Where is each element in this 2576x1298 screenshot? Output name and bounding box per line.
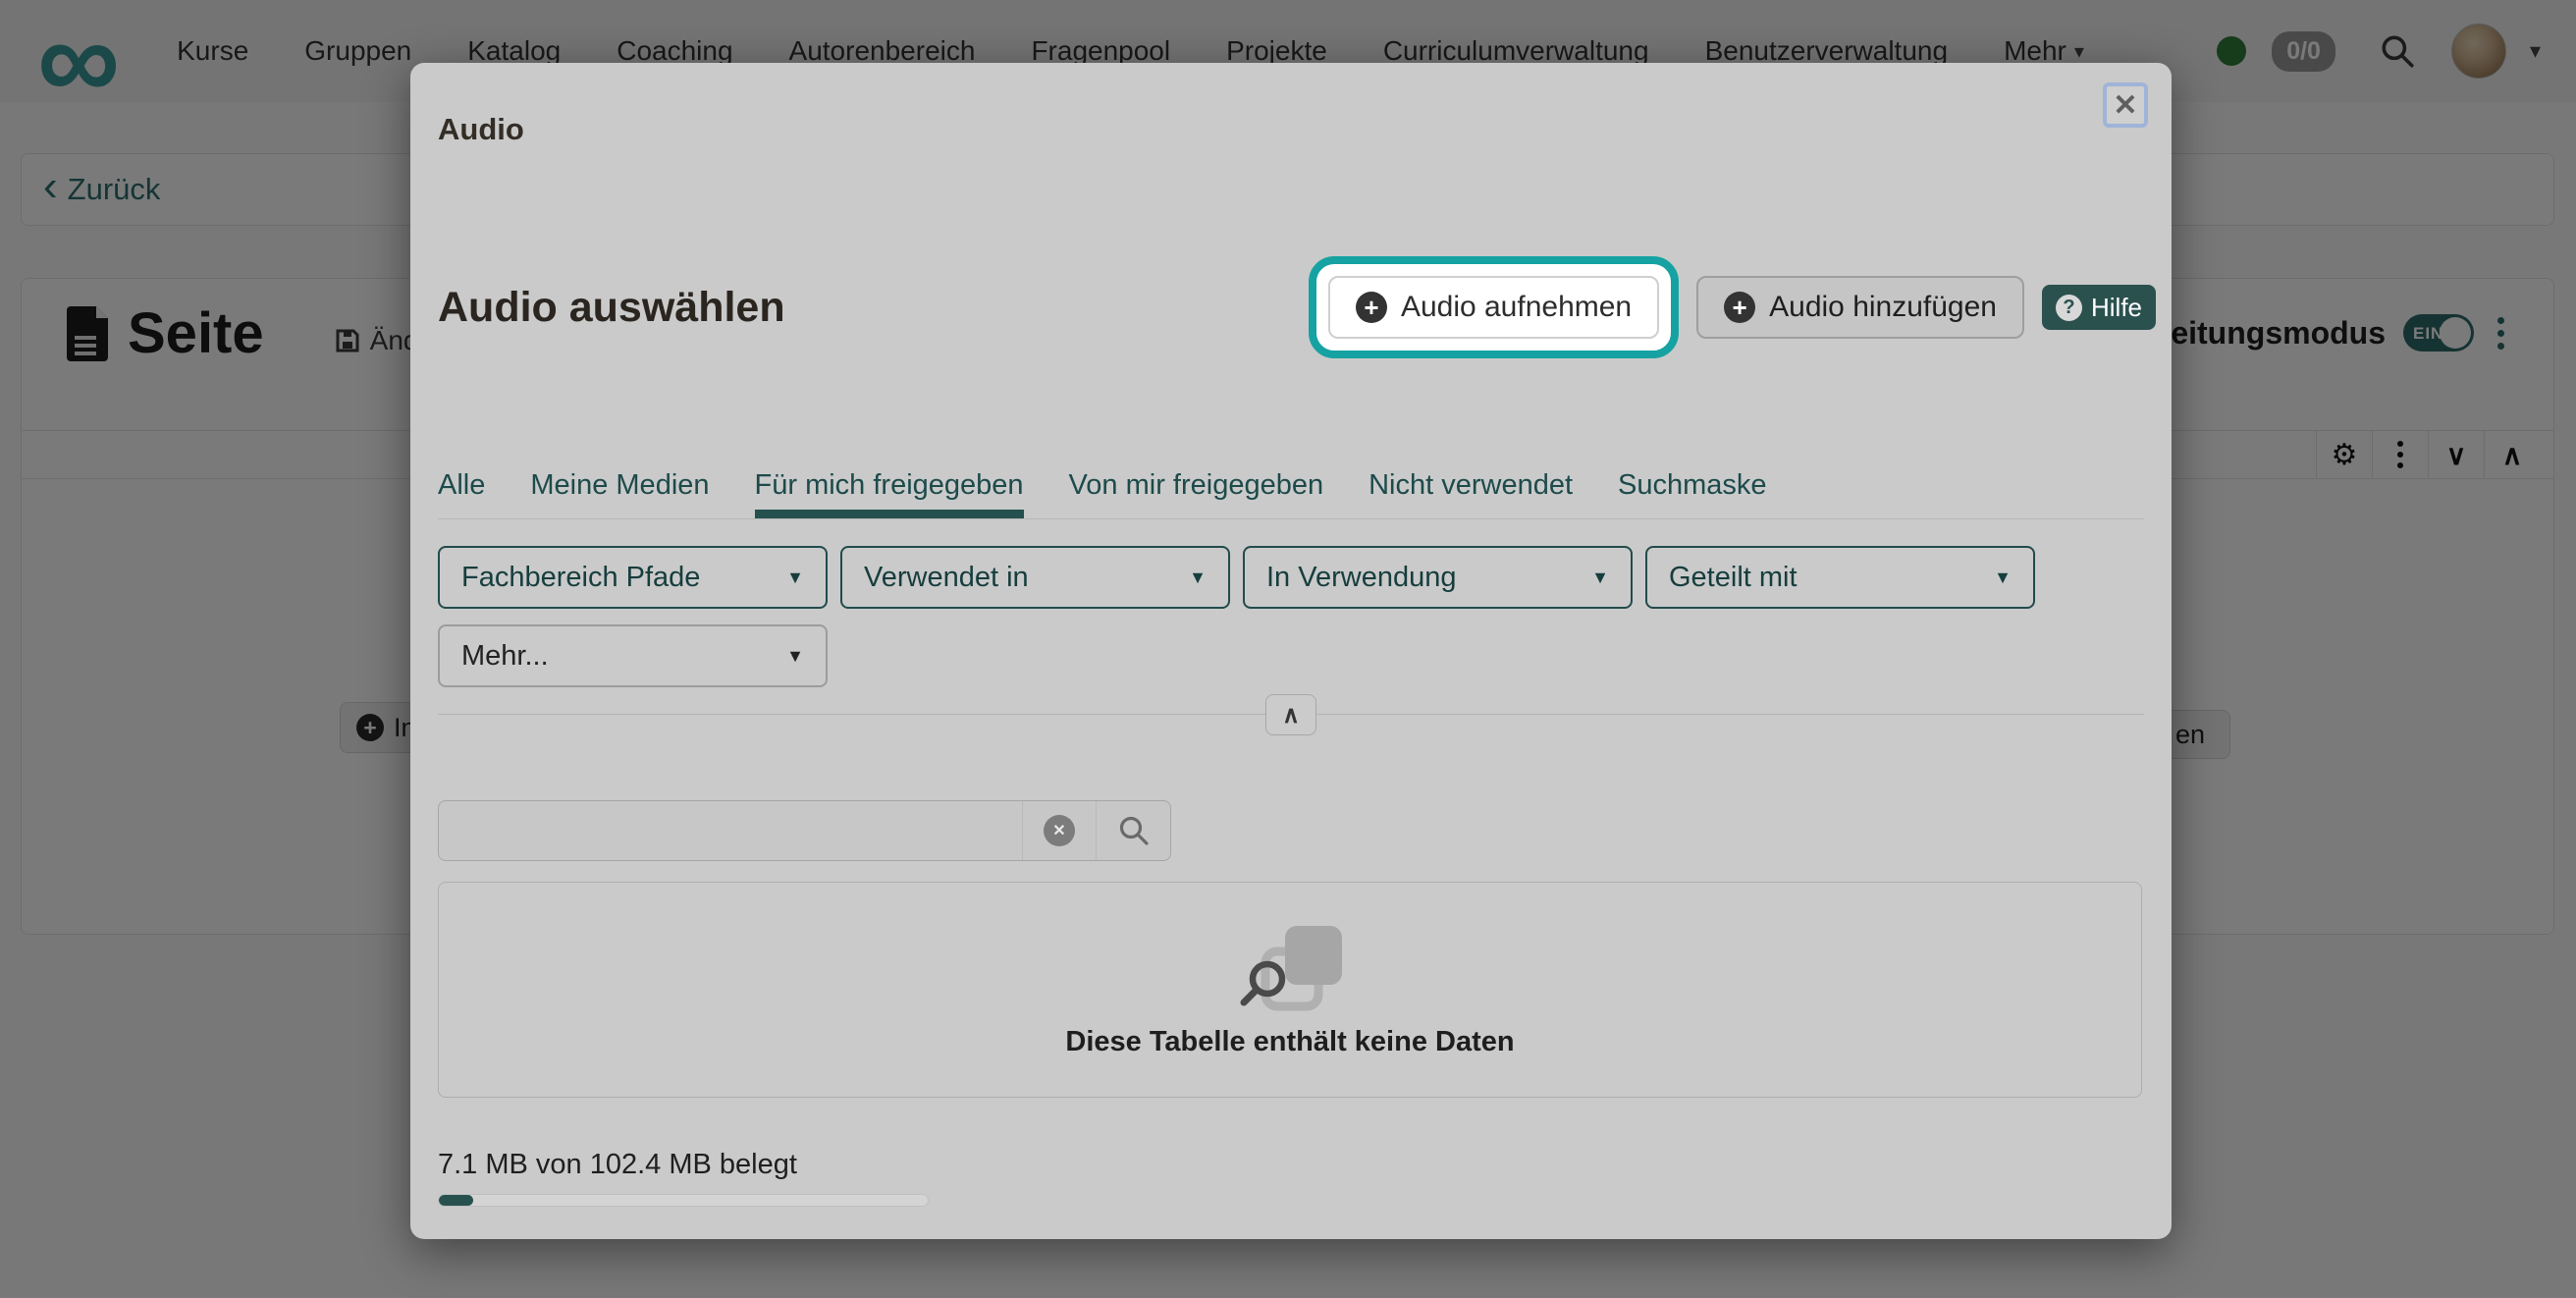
add-audio-button[interactable]: + Audio hinzufügen xyxy=(1696,276,2024,339)
tab-meine-medien[interactable]: Meine Medien xyxy=(530,469,709,518)
close-button[interactable]: ✕ xyxy=(2103,82,2148,128)
plus-icon: + xyxy=(1356,292,1387,323)
filter-label: Geteilt mit xyxy=(1669,562,1798,594)
filter-label: Mehr... xyxy=(461,640,549,673)
modal-title: Audio xyxy=(438,112,524,147)
filter-mehr[interactable]: Mehr... ▼ xyxy=(438,624,828,687)
record-button-spotlight: + Audio aufnehmen xyxy=(1309,256,1679,358)
close-icon: ✕ xyxy=(2113,88,2137,123)
dropdown-caret-icon: ▼ xyxy=(1994,568,2012,588)
dropdown-caret-icon: ▼ xyxy=(786,568,804,588)
filter-row-2: Mehr... ▼ xyxy=(438,624,828,687)
modal-heading: Audio auswählen xyxy=(438,284,785,332)
clear-search-button[interactable]: ✕ xyxy=(1023,801,1096,860)
tab-suchmaske[interactable]: Suchmaske xyxy=(1618,469,1767,518)
tab-von-mir-freigegeben[interactable]: Von mir freigegeben xyxy=(1069,469,1324,518)
storage-progress-bar xyxy=(438,1194,929,1207)
help-button[interactable]: ? Hilfe xyxy=(2042,285,2156,330)
filter-label: Verwendet in xyxy=(864,562,1029,594)
submit-search-button[interactable] xyxy=(1097,801,1170,860)
dropdown-caret-icon: ▼ xyxy=(786,646,804,667)
tab-alle[interactable]: Alle xyxy=(438,469,485,518)
tab-nicht-verwendet[interactable]: Nicht verwendet xyxy=(1368,469,1573,518)
media-tabs: Alle Meine Medien Für mich freigegeben V… xyxy=(438,469,2144,519)
empty-table-icon xyxy=(1230,922,1350,1016)
storage-progress-fill xyxy=(439,1195,473,1206)
plus-icon: + xyxy=(1724,292,1755,323)
audio-modal: Audio ✕ Audio auswählen + Audio aufnehme… xyxy=(410,63,2172,1239)
filter-geteilt-mit[interactable]: Geteilt mit ▼ xyxy=(1645,546,2035,609)
help-label: Hilfe xyxy=(2091,293,2142,323)
search-input[interactable] xyxy=(439,801,1022,860)
collapse-filters-button[interactable]: ∧ xyxy=(1265,694,1316,735)
add-audio-label: Audio hinzufügen xyxy=(1769,291,1997,324)
filter-row-1: Fachbereich Pfade ▼ Verwendet in ▼ In Ve… xyxy=(438,546,2035,609)
record-audio-label: Audio aufnehmen xyxy=(1401,291,1632,324)
dropdown-caret-icon: ▼ xyxy=(1189,568,1207,588)
search-icon xyxy=(1117,814,1151,847)
empty-table-message: Diese Tabelle enthält keine Daten xyxy=(1065,1026,1514,1058)
filter-label: Fachbereich Pfade xyxy=(461,562,700,594)
dropdown-caret-icon: ▼ xyxy=(1591,568,1609,588)
help-icon: ? xyxy=(2056,295,2082,321)
filter-in-verwendung[interactable]: In Verwendung ▼ xyxy=(1243,546,1633,609)
table-search-box: ✕ xyxy=(438,800,1171,861)
clear-icon: ✕ xyxy=(1044,815,1075,846)
filter-fachbereich-pfade[interactable]: Fachbereich Pfade ▼ xyxy=(438,546,828,609)
modal-heading-row: Audio auswählen + Audio aufnehmen + Audi… xyxy=(438,255,2156,359)
empty-table-panel: Diese Tabelle enthält keine Daten xyxy=(438,882,2142,1098)
record-audio-button[interactable]: + Audio aufnehmen xyxy=(1328,276,1659,339)
collapse-up-icon: ∧ xyxy=(1282,701,1300,730)
tab-fuer-mich-freigegeben[interactable]: Für mich freigegeben xyxy=(755,469,1024,518)
filter-label: In Verwendung xyxy=(1266,562,1456,594)
storage-usage-label: 7.1 MB von 102.4 MB belegt xyxy=(438,1149,797,1181)
modal-actions: + Audio aufnehmen + Audio hinzufügen ? H… xyxy=(1309,256,2156,358)
filter-verwendet-in[interactable]: Verwendet in ▼ xyxy=(840,546,1230,609)
